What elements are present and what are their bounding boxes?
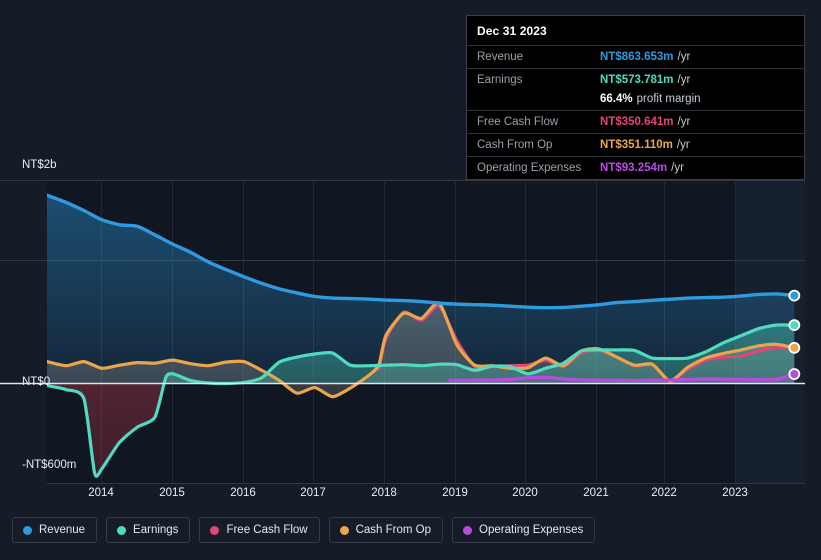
legend-item-free-cash-flow[interactable]: Free Cash Flow: [199, 517, 320, 543]
legend-label-free-cash-flow: Free Cash Flow: [226, 524, 308, 536]
data-tooltip: Dec 31 2023 Revenue NT$863.653m /yr Earn…: [466, 15, 805, 180]
revenue-color-dot: [23, 525, 32, 535]
tooltip-row-profit-margin: 66.4% profit margin: [467, 91, 804, 110]
tooltip-label-revenue: Revenue: [477, 51, 524, 63]
legend-item-cash-from-op[interactable]: Cash From Op: [328, 517, 444, 543]
legend-label-earnings: Earnings: [133, 524, 179, 536]
legend-item-operating-expenses[interactable]: Operating Expenses: [452, 517, 596, 543]
earnings-color-dot: [117, 525, 127, 535]
financial-performance-chart: NT$2b NT$0 -NT$600m 2014 2015 2016 2017 …: [0, 0, 821, 560]
tooltip-label-operating-expenses: Operating Expenses: [477, 162, 582, 174]
legend-item-revenue[interactable]: Revenue: [12, 517, 98, 543]
tooltip-value-revenue: NT$863.653m: [600, 51, 674, 63]
x-axis-label-2017: 2017: [300, 487, 326, 499]
tooltip-row-cash-from-op: Cash From Op NT$351.110m /yr: [467, 133, 804, 156]
free-cash-flow-color-dot: [210, 525, 220, 535]
legend-label-revenue: Revenue: [39, 524, 86, 536]
tooltip-unit-revenue: /yr: [677, 51, 691, 63]
x-axis-label-2021: 2021: [583, 487, 609, 499]
y-axis-label-bottom: -NT$600m: [22, 459, 77, 471]
x-axis-label-2015: 2015: [159, 487, 185, 499]
x-axis-label-2016: 2016: [230, 487, 256, 499]
cash-from-op-color-dot: [339, 525, 349, 535]
operating-expenses-color-dot: [463, 525, 473, 535]
tooltip-row-revenue: Revenue NT$863.653m /yr: [467, 45, 804, 68]
legend-label-cash-from-op: Cash From Op: [355, 524, 432, 536]
legend-item-earnings[interactable]: Earnings: [106, 517, 191, 543]
x-axis-label-2019: 2019: [442, 487, 468, 499]
y-axis-label-zero: NT$0: [22, 376, 51, 388]
x-axis-label-2014: 2014: [88, 487, 114, 499]
tooltip-label-cash-from-op: Cash From Op: [477, 139, 553, 151]
x-axis-label-2023: 2023: [722, 487, 748, 499]
tooltip-unit-free-cash-flow: /yr: [677, 116, 691, 128]
x-axis-label-2018: 2018: [371, 487, 397, 499]
tooltip-value-earnings: NT$573.781m: [600, 74, 674, 86]
tooltip-unit-cash-from-op: /yr: [676, 139, 690, 151]
tooltip-value-free-cash-flow: NT$350.641m: [600, 116, 674, 128]
chart-legend: Revenue Earnings Free Cash Flow Cash Fro…: [12, 517, 596, 543]
tooltip-row-free-cash-flow: Free Cash Flow NT$350.641m /yr: [467, 110, 804, 133]
legend-label-operating-expenses: Operating Expenses: [479, 524, 584, 536]
y-axis-label-top: NT$2b: [22, 159, 57, 171]
x-axis-label-2022: 2022: [651, 487, 677, 499]
tooltip-label-earnings: Earnings: [477, 74, 523, 86]
tooltip-label-free-cash-flow: Free Cash Flow: [477, 116, 559, 128]
tooltip-value-profit-margin: 66.4%: [600, 93, 633, 105]
tooltip-value-operating-expenses: NT$93.254m: [600, 162, 668, 174]
tooltip-value-cash-from-op: NT$351.110m: [600, 139, 673, 151]
tooltip-row-operating-expenses: Operating Expenses NT$93.254m /yr: [467, 156, 804, 179]
tooltip-unit-earnings: /yr: [677, 74, 691, 86]
tooltip-unit-profit-margin: profit margin: [636, 93, 701, 105]
tooltip-unit-operating-expenses: /yr: [671, 162, 684, 174]
tooltip-date: Dec 31 2023: [477, 24, 547, 38]
x-axis-label-2020: 2020: [512, 487, 538, 499]
tooltip-row-earnings: Earnings NT$573.781m /yr: [467, 68, 804, 91]
